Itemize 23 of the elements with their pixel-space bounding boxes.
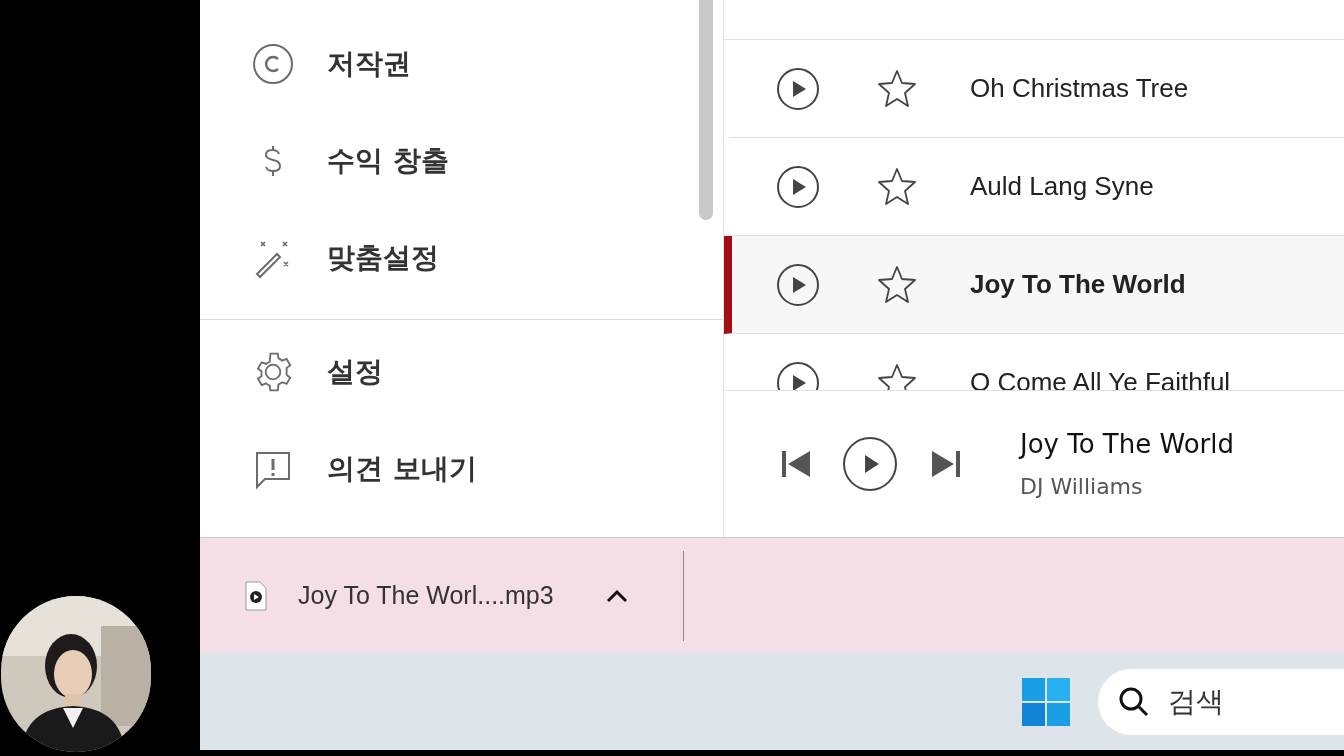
search-icon	[1118, 685, 1150, 718]
song-title: Joy To The World	[970, 268, 1186, 301]
play-icon[interactable]	[776, 262, 820, 307]
song-title: Auld Lang Syne	[970, 170, 1154, 203]
start-icon[interactable]	[1022, 677, 1070, 726]
download-item[interactable]: Joy To The Worl....mp3	[200, 550, 684, 641]
chevron-up-icon[interactable]	[605, 588, 628, 603]
artist-name: DJ Williams	[1020, 473, 1144, 501]
play-icon[interactable]	[776, 164, 820, 209]
sidebar-item[interactable]: 수익 창출	[200, 125, 723, 222]
scrollbar[interactable]	[699, 0, 713, 220]
sidebar-item[interactable]: 의견 보내기	[200, 433, 723, 530]
sidebar-item[interactable]: 설정	[200, 336, 723, 433]
search-field[interactable]: 검색	[1098, 668, 1344, 735]
play-icon[interactable]	[776, 66, 820, 111]
audio-file-icon	[244, 580, 268, 611]
copyright-icon	[251, 41, 295, 86]
sidebar-item[interactable]: 맞춤설정	[200, 222, 723, 319]
song-row[interactable]: Joy To The World	[724, 236, 1344, 334]
song-title: Oh Christmas Tree	[970, 72, 1189, 105]
track-title: Joy To The World	[1020, 428, 1234, 461]
play-icon[interactable]	[842, 436, 898, 492]
sidebar-item[interactable]: 저작권	[200, 28, 723, 125]
